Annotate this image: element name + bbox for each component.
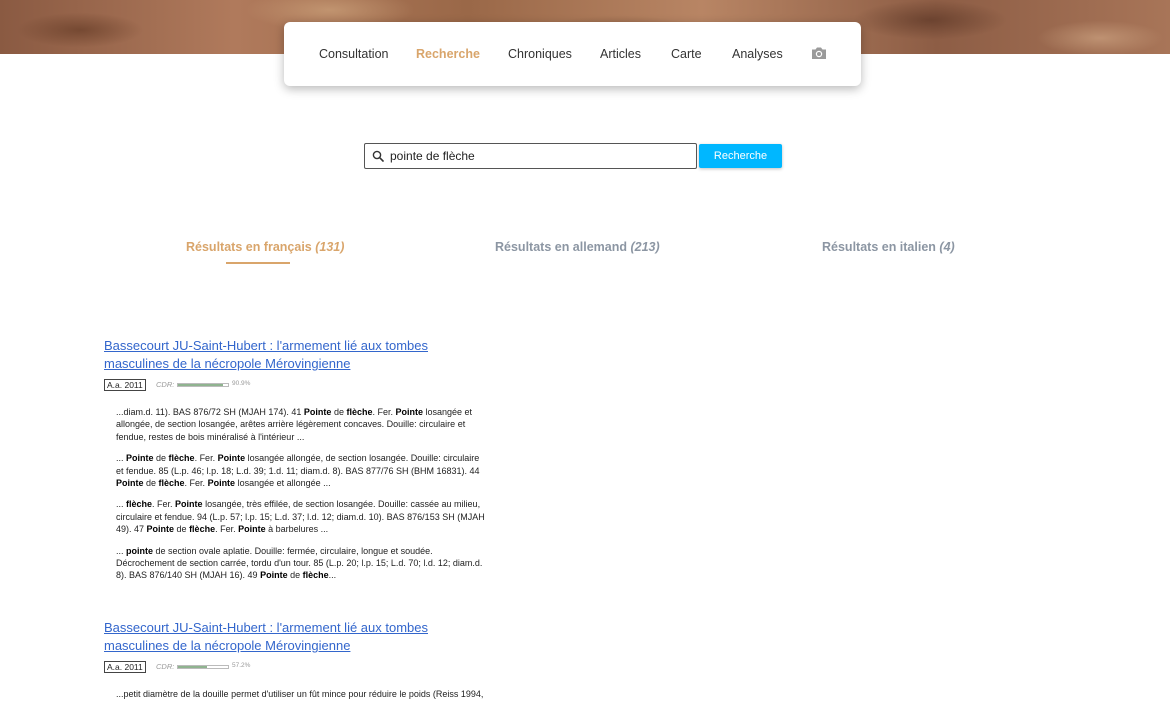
tab-label: Résultats en allemand — [495, 240, 627, 254]
snippet-text: . Fer. — [215, 524, 239, 535]
snippet-text: à barbelures ... — [265, 524, 329, 535]
highlighted-term: flèche — [158, 478, 185, 489]
highlighted-term: flèche — [346, 407, 373, 417]
cdr-progress-bar — [177, 383, 229, 387]
tab-label: Résultats en italien — [822, 240, 936, 254]
highlighted-term: Pointe — [175, 499, 203, 510]
tab-count: (131) — [315, 240, 345, 254]
tab-count: (4) — [939, 240, 955, 254]
result-snippets: ...petit diamètre de la douille permet d… — [104, 688, 489, 700]
highlighted-term: Pointe — [217, 453, 246, 464]
highlighted-term: Pointe — [303, 407, 332, 417]
snippet-text: . Fer. — [184, 478, 208, 489]
main-navbar: Consultation Recherche Chroniques Articl… — [284, 22, 861, 86]
result-meta: A.a. 2011 CDR: 90.9% — [104, 379, 489, 391]
result-title-link[interactable]: Bassecourt JU-Saint-Hubert : l'armement … — [104, 619, 464, 655]
snippet-text: . Fer. — [194, 453, 218, 464]
tab-results-italian[interactable]: Résultats en italien (4) — [822, 240, 955, 254]
highlighted-term: flèche — [189, 524, 216, 535]
tab-count: (213) — [630, 240, 660, 254]
cdr-value: 57.2% — [232, 662, 251, 669]
result-item: Bassecourt JU-Saint-Hubert : l'armement … — [104, 619, 489, 702]
nav-item-carte[interactable]: Carte — [671, 47, 702, 61]
nav-item-articles[interactable]: Articles — [600, 47, 641, 61]
highlighted-term: flèche — [302, 570, 329, 581]
cdr-label: CDR: — [156, 380, 175, 389]
snippet-text: de — [143, 478, 159, 489]
nav-item-consultation[interactable]: Consultation — [319, 47, 389, 61]
active-tab-indicator — [226, 262, 290, 264]
result-item: Bassecourt JU-Saint-Hubert : l'armement … — [104, 337, 489, 591]
camera-icon[interactable] — [811, 46, 827, 60]
cdr-progress-fill — [178, 384, 224, 386]
result-snippet: ...petit diamètre de la douille permet d… — [116, 688, 489, 700]
highlighted-term: flèche — [126, 499, 153, 510]
result-snippets: ...diam.d. 11). BAS 876/72 SH (MJAH 174)… — [104, 406, 489, 582]
snippet-text: ... — [116, 499, 127, 510]
result-meta: A.a. 2011 CDR: 57.2% — [104, 661, 489, 673]
snippet-text: de — [153, 453, 169, 464]
result-snippet: ... pointe de section ovale aplatie. Dou… — [116, 545, 489, 582]
highlighted-term: Pointe — [238, 524, 266, 535]
cdr-label: CDR: — [156, 662, 175, 671]
snippet-text: ...petit diamètre de la douille permet d… — [116, 689, 484, 699]
tab-results-german[interactable]: Résultats en allemand (213) — [495, 240, 660, 254]
cdr-progress-fill — [178, 666, 207, 668]
nav-item-recherche[interactable]: Recherche — [416, 47, 480, 61]
result-title-link[interactable]: Bassecourt JU-Saint-Hubert : l'armement … — [104, 337, 464, 373]
publication-badge: A.a. 2011 — [104, 379, 146, 391]
snippet-text: ... — [116, 545, 127, 556]
snippet-text: de — [287, 570, 303, 581]
snippet-text: de — [174, 524, 190, 535]
highlighted-term: pointe — [126, 545, 154, 556]
nav-item-chroniques[interactable]: Chroniques — [508, 47, 572, 61]
snippet-text: ... — [328, 570, 337, 581]
highlighted-term: Pointe — [260, 570, 288, 581]
search-icon — [372, 150, 384, 162]
highlighted-term: Pointe — [146, 524, 175, 535]
highlighted-term: Pointe — [116, 478, 144, 489]
cdr-value: 90.9% — [232, 380, 251, 387]
snippet-text: de — [331, 407, 347, 417]
highlighted-term: Pointe — [126, 453, 154, 464]
search-input[interactable] — [390, 144, 690, 168]
result-snippet: ... flèche. Fer. Pointe losangée, très e… — [116, 498, 489, 535]
snippet-text: . Fer. — [372, 407, 396, 417]
snippet-text: ... — [116, 453, 127, 464]
nav-item-analyses[interactable]: Analyses — [732, 47, 783, 61]
snippet-text: . Fer. — [152, 499, 176, 510]
publication-badge: A.a. 2011 — [104, 661, 146, 673]
result-snippet: ... Pointe de flèche. Fer. Pointe losang… — [116, 452, 489, 489]
tab-label: Résultats en français — [186, 240, 312, 254]
highlighted-term: Pointe — [207, 478, 236, 489]
cdr-progress-bar — [177, 665, 229, 669]
search-button[interactable]: Recherche — [699, 144, 782, 168]
highlighted-term: Pointe — [395, 407, 423, 417]
search-box — [364, 143, 697, 169]
tab-results-french[interactable]: Résultats en français (131) — [186, 240, 344, 254]
highlighted-term: flèche — [168, 453, 195, 464]
snippet-text: ...diam.d. 11). BAS 876/72 SH (MJAH 174)… — [116, 407, 304, 417]
snippet-text: losangée et allongée ... — [235, 478, 331, 489]
result-snippet: ...diam.d. 11). BAS 876/72 SH (MJAH 174)… — [116, 406, 489, 443]
